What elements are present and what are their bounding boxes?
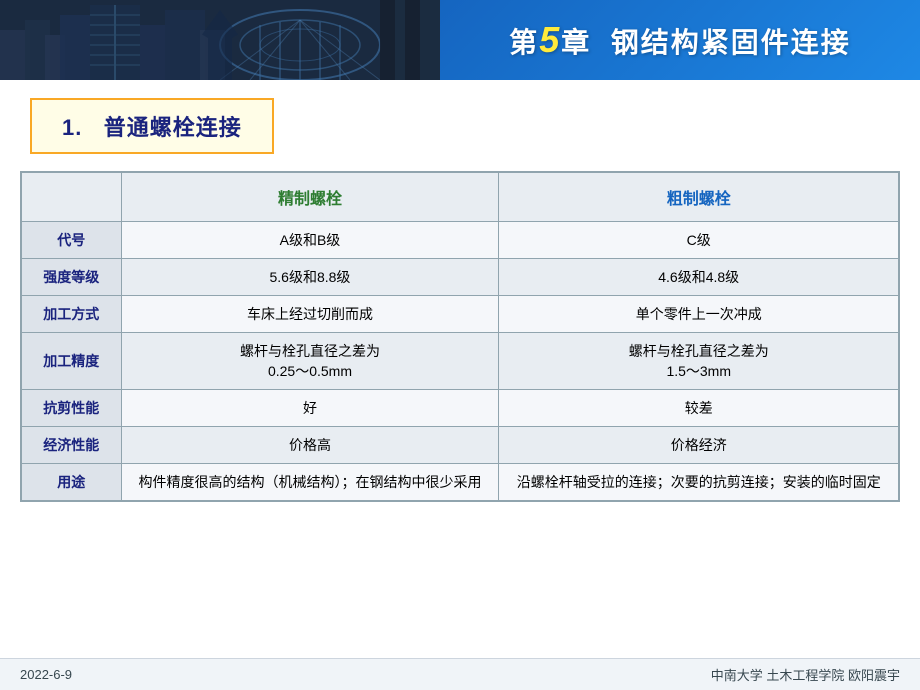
row-cuzhi-value: 4.6级和4.8级	[499, 259, 899, 296]
title-main-text: 钢结构紧固件连接	[611, 27, 851, 58]
row-jingzhi-value: 螺杆与栓孔直径之差为 0.25～0.5mm	[121, 333, 499, 390]
row-label: 代号	[21, 222, 121, 259]
title-chapter-word: 章	[561, 27, 591, 58]
header-jingzhi: 精制螺栓	[121, 172, 499, 222]
comparison-table: 精制螺栓 粗制螺栓 代号A级和B级C级强度等级5.6级和8.8级4.6级和4.8…	[20, 171, 900, 502]
table-row: 抗剪性能好较差	[21, 390, 899, 427]
row-label: 经济性能	[21, 427, 121, 464]
row-label: 强度等级	[21, 259, 121, 296]
table-row: 代号A级和B级C级	[21, 222, 899, 259]
row-jingzhi-value: 车床上经过切削而成	[121, 296, 499, 333]
row-jingzhi-value: 价格高	[121, 427, 499, 464]
row-jingzhi-value: A级和B级	[121, 222, 499, 259]
row-jingzhi-value: 5.6级和8.8级	[121, 259, 499, 296]
table-row: 用途构件精度很高的结构（机械结构）；在钢结构中很少采用沿螺栓杆轴受拉的连接；次要…	[21, 464, 899, 502]
row-cuzhi-value: 单个零件上一次冲成	[499, 296, 899, 333]
footer: 2022-6-9 中南大学 土木工程学院 欧阳震宇	[0, 658, 920, 690]
row-label: 加工方式	[21, 296, 121, 333]
header: 第5章 钢结构紧固件连接	[0, 0, 920, 80]
chapter-number: 5	[539, 19, 561, 60]
header-image	[0, 0, 440, 80]
row-cuzhi-value: 较差	[499, 390, 899, 427]
page-title: 第5章 钢结构紧固件连接	[509, 19, 851, 61]
row-label: 抗剪性能	[21, 390, 121, 427]
table-row: 加工精度螺杆与栓孔直径之差为 0.25～0.5mm螺杆与栓孔直径之差为 1.5～…	[21, 333, 899, 390]
row-cuzhi-value: C级	[499, 222, 899, 259]
footer-university: 中南大学 土木工程学院 欧阳震宇	[711, 665, 900, 684]
row-label: 加工精度	[21, 333, 121, 390]
table-header-row: 精制螺栓 粗制螺栓	[21, 172, 899, 222]
row-cuzhi-value: 螺杆与栓孔直径之差为 1.5～3mm	[499, 333, 899, 390]
table-row: 经济性能价格高价格经济	[21, 427, 899, 464]
header-cuzhi: 粗制螺栓	[499, 172, 899, 222]
table-row: 加工方式车床上经过切削而成单个零件上一次冲成	[21, 296, 899, 333]
row-cuzhi-value: 沿螺栓杆轴受拉的连接；次要的抗剪连接；安装的临时固定	[499, 464, 899, 502]
section-number: 1.	[62, 115, 82, 140]
row-jingzhi-value: 好	[121, 390, 499, 427]
title-prefix: 第	[509, 27, 539, 58]
footer-date: 2022-6-9	[20, 667, 72, 682]
table-row: 强度等级5.6级和8.8级4.6级和4.8级	[21, 259, 899, 296]
table-container: 精制螺栓 粗制螺栓 代号A级和B级C级强度等级5.6级和8.8级4.6级和4.8…	[0, 166, 920, 512]
section-title-area: 1. 普通螺栓连接	[0, 80, 920, 166]
header-empty	[21, 172, 121, 222]
row-cuzhi-value: 价格经济	[499, 427, 899, 464]
header-title-area: 第5章 钢结构紧固件连接	[440, 0, 920, 80]
row-jingzhi-value: 构件精度很高的结构（机械结构）；在钢结构中很少采用	[121, 464, 499, 502]
row-label: 用途	[21, 464, 121, 502]
section-title-box: 1. 普通螺栓连接	[30, 98, 274, 154]
section-title: 普通螺栓连接	[104, 115, 242, 140]
